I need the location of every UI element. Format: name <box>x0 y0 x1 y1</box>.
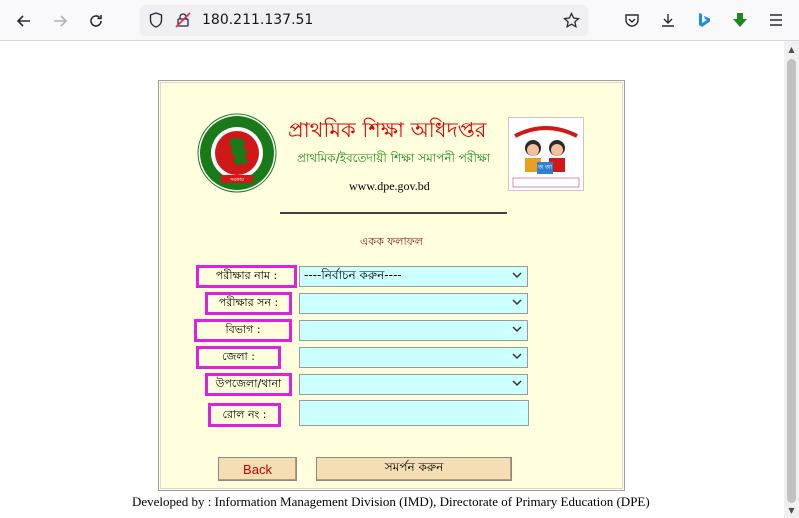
reload-icon[interactable] <box>83 8 109 34</box>
footer-credit: Developed by : Information Management Di… <box>132 494 650 509</box>
browser-toolbar: 180.211.137.51 <box>0 0 799 41</box>
submit-button[interactable]: সমর্পন করুন <box>316 457 512 481</box>
menu-icon[interactable] <box>765 9 787 31</box>
exam-name-value: ----নির্বাচন করুন---- <box>304 267 402 282</box>
url-text[interactable]: 180.211.137.51 <box>202 12 313 28</box>
green-download-arrow-icon[interactable] <box>729 9 751 31</box>
website-link: www.dpe.gov.bd <box>349 179 430 193</box>
roll-label: রোল নং : <box>208 403 281 427</box>
svg-text:সরকার: সরকার <box>229 177 244 183</box>
url-bar[interactable]: 180.211.137.51 <box>140 5 588 36</box>
exam-name-select[interactable]: ----নির্বাচন করুন---- <box>299 266 528 287</box>
page-title: প্রাথমিক শিক্ষা অধিদপ্তর <box>288 118 487 142</box>
pocket-icon[interactable] <box>621 9 643 31</box>
roll-input[interactable] <box>299 400 529 426</box>
division-select[interactable] <box>299 320 528 341</box>
chevron-down-icon <box>512 324 522 337</box>
district-select[interactable] <box>299 347 528 368</box>
vertical-scrollbar[interactable]: ▲ ▼ <box>784 41 799 518</box>
exam-year-label: পরীক্ষার সন : <box>205 292 292 315</box>
government-seal-logo: সরকার <box>197 113 277 193</box>
divider <box>280 212 507 214</box>
download-icon[interactable] <box>657 9 679 31</box>
svg-text:অ আ: অ আ <box>537 164 553 171</box>
scroll-thumb[interactable] <box>787 59 796 503</box>
chevron-down-icon <box>512 270 522 283</box>
section-title: একক ফলাফল <box>360 235 423 248</box>
back-arrow-icon[interactable] <box>11 8 37 34</box>
back-button[interactable]: Back <box>218 457 297 481</box>
insecure-lock-icon[interactable] <box>173 10 193 30</box>
shield-icon[interactable] <box>146 10 166 30</box>
bing-icon[interactable] <box>693 9 715 31</box>
bookmark-star-icon[interactable] <box>561 10 581 30</box>
scroll-up-icon[interactable]: ▲ <box>784 41 799 57</box>
dpe-logo: অ আ <box>508 117 584 191</box>
chevron-down-icon <box>512 351 522 364</box>
district-label: জেলা : <box>196 346 281 369</box>
forward-arrow-icon[interactable] <box>47 8 73 34</box>
division-label: বিভাগ : <box>194 319 292 342</box>
upazila-label: উপজেলা/থানা <box>205 373 292 396</box>
upazila-select[interactable] <box>299 374 528 395</box>
scroll-down-icon[interactable]: ▼ <box>784 502 799 518</box>
exam-year-select[interactable] <box>299 293 528 314</box>
page-subtitle: প্রাথমিক/ইবতেদায়ী শিক্ষা সমাপনী পরীক্ষা <box>297 151 491 165</box>
exam-name-label: পরীক্ষার নাম : <box>196 265 297 288</box>
chevron-down-icon <box>512 297 522 310</box>
chevron-down-icon <box>512 378 522 391</box>
